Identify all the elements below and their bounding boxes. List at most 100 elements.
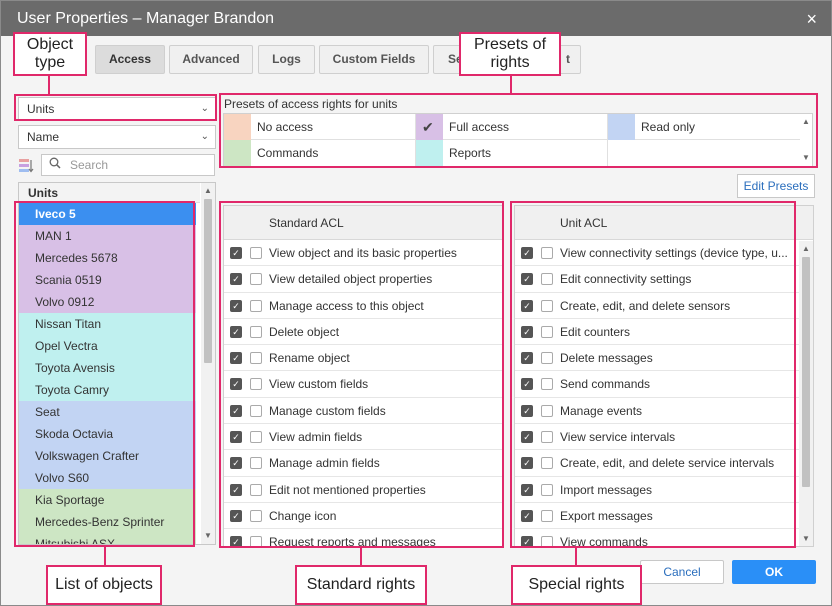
unit-list-item[interactable]: Seat: [19, 401, 196, 423]
granted-checkbox[interactable]: ✓: [521, 536, 533, 546]
right-checkbox[interactable]: [250, 509, 262, 522]
granted-checkbox[interactable]: ✓: [230, 352, 242, 365]
scroll-thumb[interactable]: [204, 199, 212, 363]
unit-list-item[interactable]: Mitsubishi ASX: [19, 533, 196, 544]
unit-list-item[interactable]: Volvo 0912: [19, 291, 196, 313]
granted-checkbox[interactable]: ✓: [521, 431, 533, 444]
dialog-title: User Properties – Manager Brandon: [17, 10, 275, 27]
granted-checkbox[interactable]: ✓: [230, 273, 242, 286]
right-checkbox[interactable]: [250, 404, 262, 417]
unit-list-item[interactable]: Skoda Octavia: [19, 423, 196, 445]
granted-checkbox[interactable]: ✓: [521, 378, 533, 391]
preset-no-access[interactable]: No access: [224, 114, 416, 140]
right-checkbox[interactable]: [541, 378, 553, 391]
right-checkbox[interactable]: [541, 352, 553, 365]
scroll-down-icon[interactable]: ▼: [799, 533, 813, 545]
right-checkbox[interactable]: [541, 536, 553, 546]
scroll-thumb[interactable]: [802, 257, 810, 487]
acl-row-label: Edit counters: [560, 324, 631, 339]
sort-select[interactable]: Name ⌄: [18, 125, 216, 149]
granted-checkbox[interactable]: ✓: [230, 378, 242, 391]
check-icon: ✔: [422, 119, 434, 135]
tab-access[interactable]: Access: [95, 45, 165, 74]
granted-checkbox[interactable]: ✓: [521, 352, 533, 365]
granted-checkbox[interactable]: ✓: [230, 404, 242, 417]
scroll-down-icon[interactable]: ▼: [201, 530, 215, 542]
unit-list-item[interactable]: Nissan Titan: [19, 313, 196, 335]
right-checkbox[interactable]: [250, 273, 262, 286]
right-checkbox[interactable]: [250, 378, 262, 391]
tab-advanced[interactable]: Advanced: [169, 45, 253, 74]
right-checkbox[interactable]: [250, 325, 262, 338]
close-icon[interactable]: ×: [806, 9, 817, 30]
acl-row: ✓ Manage events: [515, 398, 813, 425]
unit-list-item[interactable]: Iveco 5: [19, 203, 196, 225]
acl-row-label: Manage events: [560, 403, 643, 418]
right-checkbox[interactable]: [541, 299, 553, 312]
unit-list-item[interactable]: Opel Vectra: [19, 335, 196, 357]
granted-checkbox[interactable]: ✓: [521, 457, 533, 470]
callout-text: Special rights: [528, 576, 625, 593]
granted-checkbox[interactable]: ✓: [521, 247, 533, 259]
right-checkbox[interactable]: [250, 536, 262, 546]
preset-full-access[interactable]: ✔ Full access: [416, 114, 608, 140]
unit-list-item[interactable]: MAN 1: [19, 225, 196, 247]
unit-list-item[interactable]: Volvo S60: [19, 467, 196, 489]
right-checkbox[interactable]: [250, 299, 262, 312]
scroll-up-icon[interactable]: ▲: [800, 116, 812, 128]
cancel-button[interactable]: Cancel: [640, 560, 724, 584]
granted-checkbox[interactable]: ✓: [230, 325, 242, 338]
scroll-down-icon[interactable]: ▼: [800, 152, 812, 164]
granted-checkbox[interactable]: ✓: [230, 509, 242, 522]
granted-checkbox[interactable]: ✓: [230, 457, 242, 470]
unit-list-item[interactable]: Mercedes-Benz Sprinter: [19, 511, 196, 533]
right-checkbox[interactable]: [541, 247, 553, 259]
granted-checkbox[interactable]: ✓: [521, 483, 533, 496]
right-checkbox[interactable]: [541, 325, 553, 338]
right-checkbox[interactable]: [250, 352, 262, 365]
unit-list-item[interactable]: Toyota Avensis: [19, 357, 196, 379]
tab-logs[interactable]: Logs: [258, 45, 315, 74]
preset-read-only[interactable]: Read only: [608, 114, 800, 140]
unit-list-item[interactable]: Kia Sportage: [19, 489, 196, 511]
preset-reports[interactable]: Reports: [416, 140, 608, 166]
right-checkbox[interactable]: [541, 404, 553, 417]
right-checkbox[interactable]: [250, 457, 262, 470]
right-checkbox[interactable]: [541, 457, 553, 470]
right-checkbox[interactable]: [541, 509, 553, 522]
granted-checkbox[interactable]: ✓: [230, 247, 242, 259]
edit-presets-button[interactable]: Edit Presets: [737, 174, 815, 198]
presets-scrollbar[interactable]: ▲ ▼: [800, 114, 812, 166]
granted-checkbox[interactable]: ✓: [230, 483, 242, 496]
object-type-select[interactable]: Units ⌄: [18, 97, 216, 121]
unit-list-item[interactable]: Mercedes 5678: [19, 247, 196, 269]
granted-checkbox[interactable]: ✓: [521, 299, 533, 312]
unit-list-item[interactable]: Volkswagen Crafter: [19, 445, 196, 467]
acl-row-label: View connectivity settings (device type,…: [560, 246, 788, 260]
unit-list-item[interactable]: Scania 0519: [19, 269, 196, 291]
granted-checkbox[interactable]: ✓: [521, 404, 533, 417]
granted-checkbox[interactable]: ✓: [230, 536, 242, 546]
unit-acl-scrollbar[interactable]: ▲ ▼: [799, 241, 813, 546]
granted-checkbox[interactable]: ✓: [230, 431, 242, 444]
right-checkbox[interactable]: [541, 431, 553, 444]
scroll-up-icon[interactable]: ▲: [201, 185, 215, 197]
right-checkbox[interactable]: [250, 431, 262, 444]
right-checkbox[interactable]: [250, 247, 262, 259]
tab-custom-fields[interactable]: Custom Fields: [319, 45, 429, 74]
granted-checkbox[interactable]: ✓: [521, 273, 533, 286]
right-checkbox[interactable]: [541, 273, 553, 286]
preset-commands[interactable]: Commands: [224, 140, 416, 166]
ok-button[interactable]: OK: [732, 560, 816, 584]
right-checkbox[interactable]: [250, 483, 262, 496]
search-input[interactable]: [68, 156, 208, 174]
acl-row: ✓ Delete object: [224, 319, 502, 346]
sort-colors-icon[interactable]: [18, 158, 34, 173]
granted-checkbox[interactable]: ✓: [230, 299, 242, 312]
unit-list-item[interactable]: Toyota Camry: [19, 379, 196, 401]
granted-checkbox[interactable]: ✓: [521, 325, 533, 338]
units-scrollbar[interactable]: ▲ ▼: [201, 183, 215, 544]
scroll-up-icon[interactable]: ▲: [799, 243, 813, 255]
right-checkbox[interactable]: [541, 483, 553, 496]
granted-checkbox[interactable]: ✓: [521, 509, 533, 522]
